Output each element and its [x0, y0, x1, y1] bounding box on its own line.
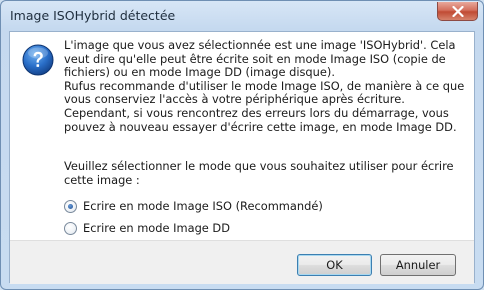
radio-selected-dot	[68, 203, 73, 209]
title-bar[interactable]: Image ISOHybrid détectée	[1, 1, 483, 31]
dialog-window: Image ISOHybrid détectée L'image que vou…	[0, 0, 484, 290]
radio-iso-label[interactable]: Ecrire en mode Image ISO (Recommandé)	[83, 199, 323, 213]
dialog-message: L'image que vous avez sélectionnée est u…	[64, 38, 468, 134]
radio-dd-label[interactable]: Ecrire en mode Image DD	[83, 221, 230, 235]
message-line-2: Rufus recommande d'utiliser le mode Imag…	[64, 78, 465, 107]
cancel-button[interactable]: Annuler	[380, 254, 456, 276]
radio-button-checked[interactable]	[64, 199, 77, 213]
message-line-1: L'image que vous avez sélectionnée est u…	[64, 38, 456, 80]
dialog-content: L'image que vous avez sélectionnée est u…	[10, 32, 474, 240]
question-icon	[22, 44, 54, 76]
message-line-3: Cependant, si vous rencontrez des erreur…	[64, 105, 457, 134]
ok-button[interactable]: OK	[297, 254, 372, 276]
dialog-client-area: L'image que vous avez sélectionnée est u…	[9, 31, 475, 284]
button-bar: OK Annuler	[10, 240, 474, 284]
radio-iso-mode[interactable]: Ecrire en mode Image ISO (Recommandé)	[64, 199, 323, 213]
mode-prompt: Veuillez sélectionner le mode que vous s…	[64, 159, 454, 187]
radio-dd-mode[interactable]: Ecrire en mode Image DD	[64, 221, 230, 235]
radio-button-unchecked[interactable]	[64, 221, 77, 235]
window-title: Image ISOHybrid détectée	[10, 8, 176, 23]
close-button[interactable]	[437, 2, 478, 21]
close-icon	[451, 5, 464, 17]
